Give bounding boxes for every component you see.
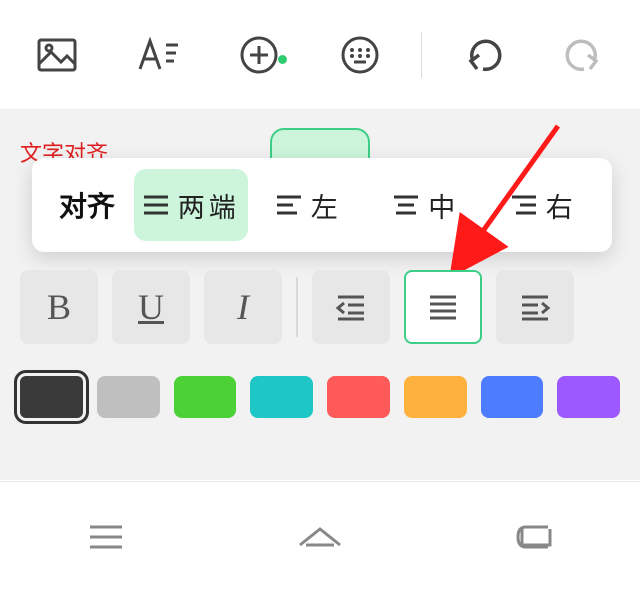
color-swatch-3[interactable] <box>250 376 313 418</box>
indent-decrease-button[interactable] <box>312 270 390 344</box>
keyboard-icon <box>340 35 380 75</box>
align-center-option[interactable]: 中 <box>369 169 483 241</box>
alignment-label: 对齐 <box>42 185 132 225</box>
color-swatch-7[interactable] <box>557 376 620 418</box>
back-icon <box>512 521 556 553</box>
align-center-text: 中 <box>428 186 459 225</box>
underline-button[interactable]: U <box>112 270 190 344</box>
align-justify-icon <box>426 293 460 321</box>
nav-home-button[interactable] <box>296 521 344 558</box>
align-right-icon <box>510 193 538 217</box>
insert-image-button[interactable] <box>17 38 97 72</box>
top-toolbar <box>0 0 640 110</box>
align-center-icon <box>392 193 420 217</box>
align-left-icon <box>275 193 303 217</box>
undo-button[interactable] <box>443 37 523 73</box>
indicator-dot <box>278 55 287 64</box>
redo-button[interactable] <box>544 37 624 73</box>
color-swatch-1[interactable] <box>97 376 160 418</box>
align-right-text: 右 <box>546 186 577 225</box>
indent-increase-button[interactable] <box>496 270 574 344</box>
color-swatch-0[interactable] <box>20 376 83 418</box>
format-row: B U I <box>20 270 620 344</box>
add-button[interactable] <box>219 35 299 75</box>
menu-icon <box>84 521 128 553</box>
alignment-popup: 对齐 两端 左 中 右 <box>32 158 612 252</box>
nav-back-button[interactable] <box>512 521 556 558</box>
indent-decrease-icon <box>334 293 368 321</box>
align-justify-option[interactable]: 两端 <box>134 169 248 241</box>
image-icon <box>37 38 77 72</box>
color-swatch-5[interactable] <box>404 376 467 418</box>
bold-button[interactable]: B <box>20 270 98 344</box>
align-justify-button[interactable] <box>404 270 482 344</box>
text-format-icon <box>136 37 180 73</box>
format-panel: 文字对齐 对齐 两端 左 中 右 <box>0 110 640 480</box>
italic-button[interactable]: I <box>204 270 282 344</box>
align-left-text: 左 <box>311 186 342 225</box>
color-swatch-4[interactable] <box>327 376 390 418</box>
add-icon <box>239 35 279 75</box>
color-swatch-2[interactable] <box>174 376 237 418</box>
redo-icon <box>564 37 604 73</box>
bottom-nav <box>0 481 640 597</box>
text-format-button[interactable] <box>118 37 198 73</box>
indent-increase-icon <box>518 293 552 321</box>
align-left-option[interactable]: 左 <box>252 169 366 241</box>
color-swatch-6[interactable] <box>481 376 544 418</box>
undo-icon <box>463 37 503 73</box>
align-justify-text: 两端 <box>178 186 240 225</box>
align-right-option[interactable]: 右 <box>487 169 601 241</box>
keyboard-button[interactable] <box>320 35 400 75</box>
home-icon <box>296 521 344 553</box>
nav-menu-button[interactable] <box>84 521 128 558</box>
color-swatch-row <box>20 376 620 418</box>
align-justify-icon <box>142 193 170 217</box>
format-separator <box>296 277 298 337</box>
toolbar-separator <box>421 32 422 78</box>
